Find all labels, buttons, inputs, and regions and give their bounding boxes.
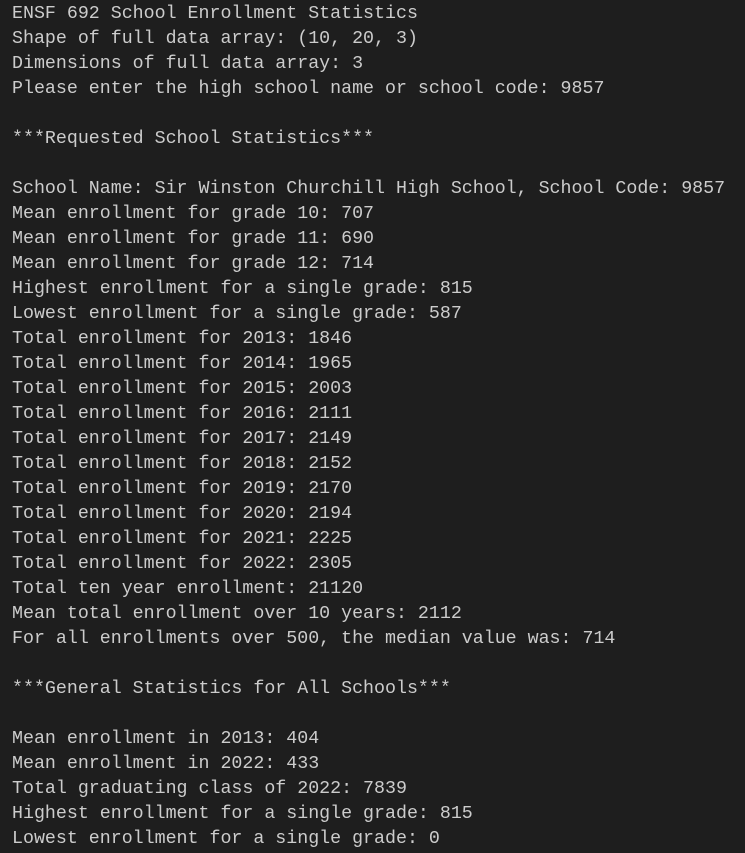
terminal-line: School Name: Sir Winston Churchill High … xyxy=(12,179,726,199)
terminal-line: Mean enrollment for grade 11: 690 xyxy=(12,229,375,249)
terminal-line: ***Requested School Statistics*** xyxy=(12,129,375,149)
terminal-line: Dimensions of full data array: 3 xyxy=(12,54,364,74)
terminal-line: Mean enrollment for grade 12: 714 xyxy=(12,254,375,274)
terminal-line: Total enrollment for 2016: 2111 xyxy=(12,404,353,424)
terminal-line: Mean enrollment in 2022: 433 xyxy=(12,754,320,774)
terminal-line: Please enter the high school name or sch… xyxy=(12,79,605,99)
terminal-line: Shape of full data array: (10, 20, 3) xyxy=(12,29,418,49)
terminal-line: Total enrollment for 2015: 2003 xyxy=(12,379,353,399)
terminal-line: Total ten year enrollment: 21120 xyxy=(12,579,364,599)
terminal-line: Total enrollment for 2021: 2225 xyxy=(12,529,353,549)
terminal-line: Total enrollment for 2014: 1965 xyxy=(12,354,353,374)
terminal-line: Total enrollment for 2020: 2194 xyxy=(12,504,353,524)
terminal-line: Total enrollment for 2018: 2152 xyxy=(12,454,353,474)
terminal-line: Highest enrollment for a single grade: 8… xyxy=(12,804,473,824)
terminal-line: ENSF 692 School Enrollment Statistics xyxy=(12,4,418,24)
terminal-line: Mean enrollment for grade 10: 707 xyxy=(12,204,375,224)
terminal-line: For all enrollments over 500, the median… xyxy=(12,629,616,649)
terminal-line: Total enrollment for 2013: 1846 xyxy=(12,329,353,349)
terminal-line: Total enrollment for 2019: 2170 xyxy=(12,479,353,499)
terminal-line: Mean enrollment in 2013: 404 xyxy=(12,729,320,749)
terminal-output: ENSF 692 School Enrollment Statistics Sha… xyxy=(12,2,725,852)
terminal-line: Mean total enrollment over 10 years: 211… xyxy=(12,604,462,624)
terminal-line: Highest enrollment for a single grade: 8… xyxy=(12,279,473,299)
terminal-line: Total graduating class of 2022: 7839 xyxy=(12,779,407,799)
terminal-line: Total enrollment for 2022: 2305 xyxy=(12,554,353,574)
terminal-line: ***General Statistics for All Schools*** xyxy=(12,679,451,699)
terminal-line: Lowest enrollment for a single grade: 58… xyxy=(12,304,462,324)
terminal-line: Total enrollment for 2017: 2149 xyxy=(12,429,353,449)
terminal-line: Lowest enrollment for a single grade: 0 xyxy=(12,829,440,849)
